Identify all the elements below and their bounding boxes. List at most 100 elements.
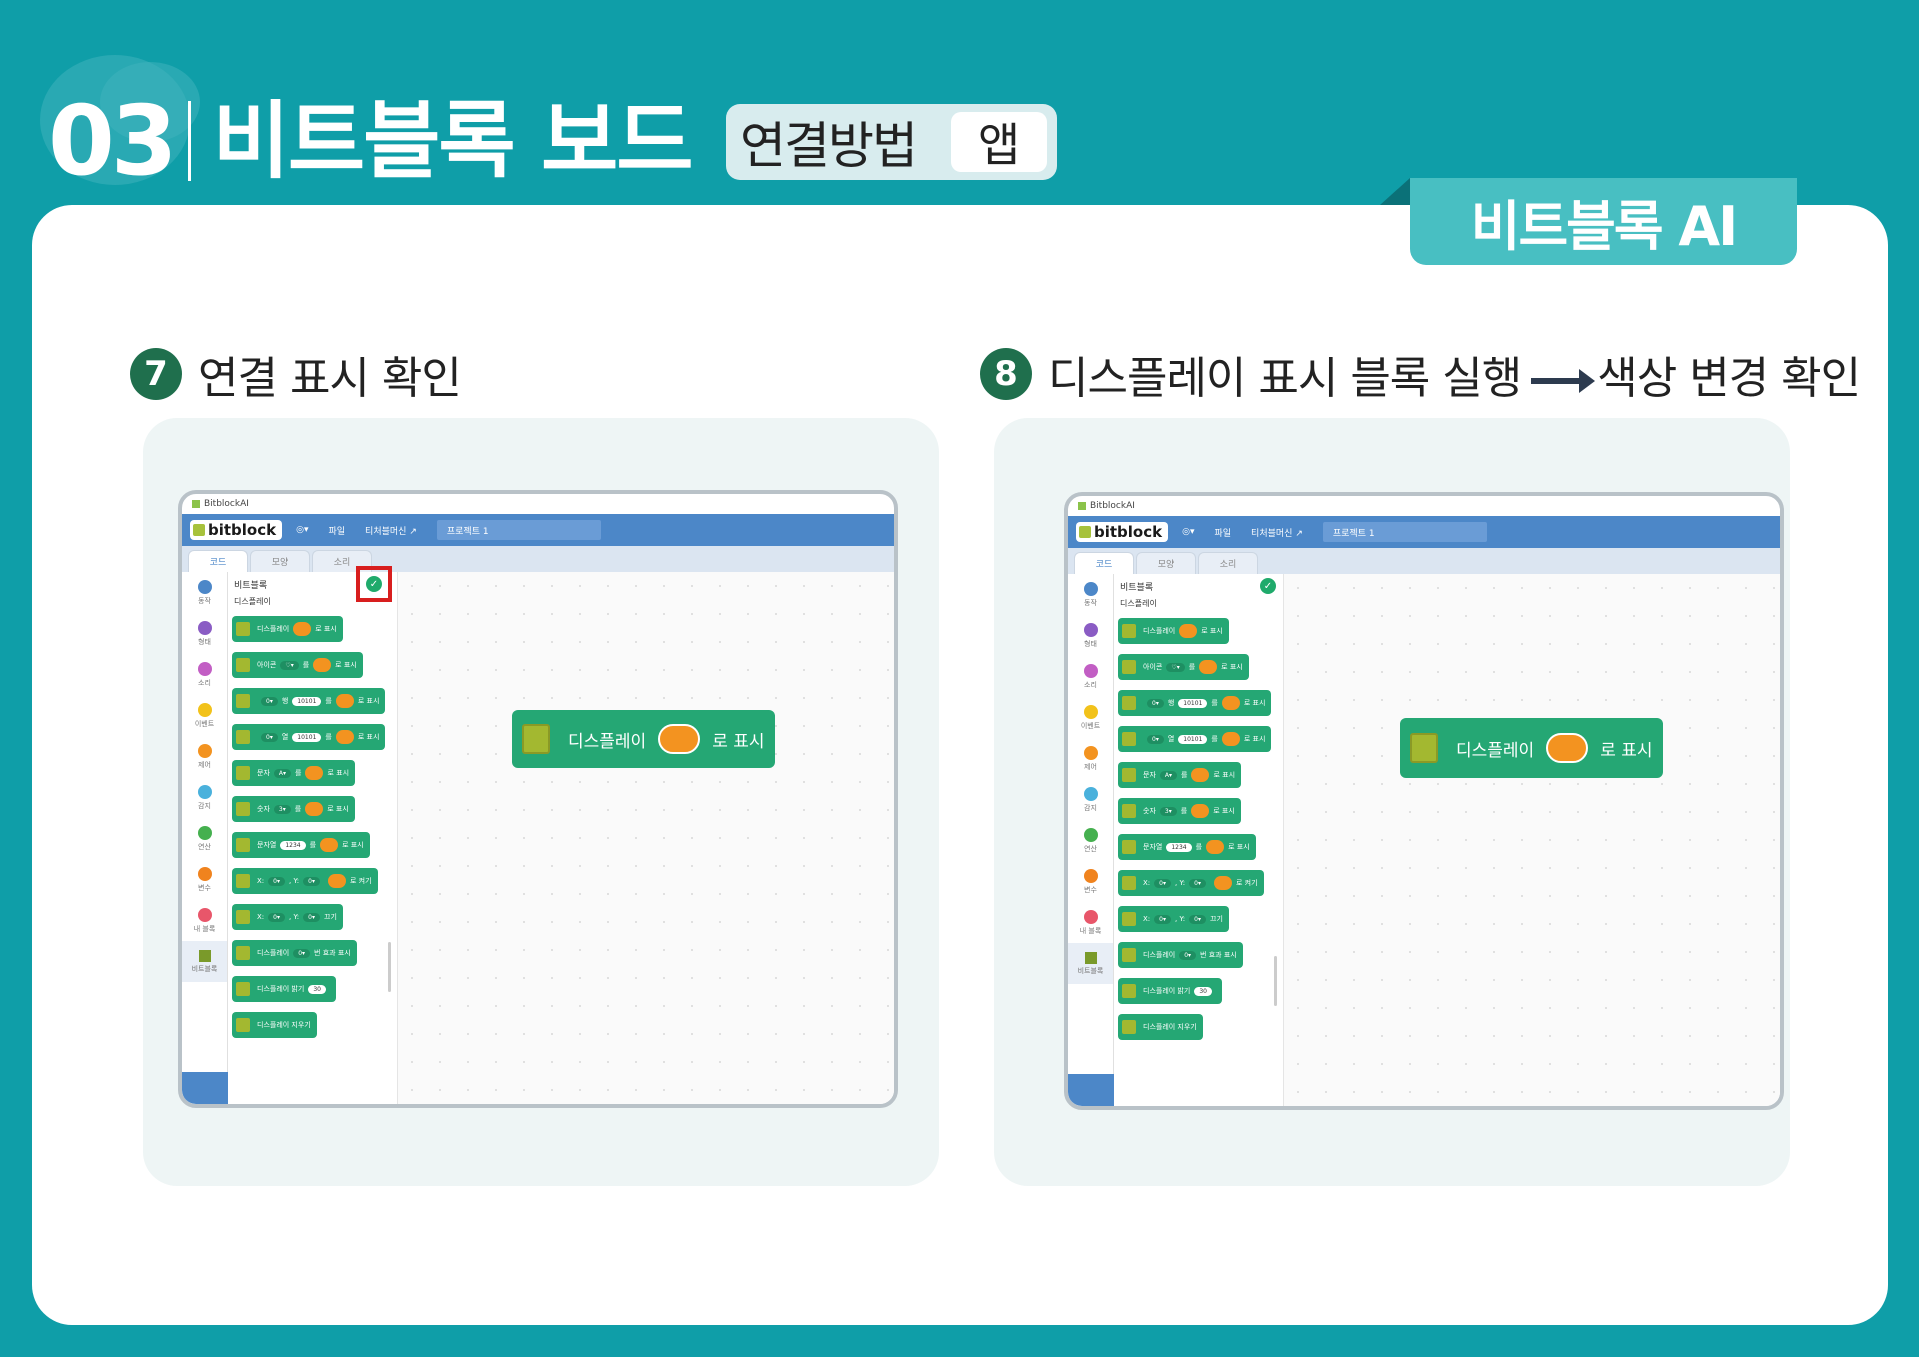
category-operators[interactable]: 연산 (1068, 820, 1113, 861)
category-motion[interactable]: 동작 (182, 572, 227, 613)
globe-icon[interactable]: ◎▾ (1182, 527, 1194, 537)
app-screenshot-left: BitblockAI bitblock ◎▾ 파일 티처블머신 ↗ 프로젝트 1… (178, 490, 898, 1108)
block-display-string[interactable]: 문자열 1234 를 로 표시 (1118, 834, 1256, 860)
step-7-heading: 7 연결 표시 확인 (130, 342, 462, 406)
block-palette: 비트블록 ✓ 디스플레이 디스플레이 로 표시 아이콘 ♡▾ 를 로 표시 0▾ 행 101… (1114, 574, 1284, 1106)
project-name-input[interactable]: 프로젝트 1 (436, 520, 601, 540)
block-display-column[interactable]: 0▾ 열 10101 를 로 표시 (1118, 726, 1272, 752)
category-bitblock[interactable]: 비트블록 (1068, 943, 1113, 984)
category-events[interactable]: 이벤트 (182, 695, 227, 736)
block-display-icon[interactable]: 아이콘 ♡▾ 를 로 표시 (232, 652, 363, 678)
app-icon (192, 500, 200, 508)
palette-scrollbar[interactable] (388, 942, 391, 992)
block-display-row[interactable]: 0▾ 행 10101 를 로 표시 (232, 688, 386, 714)
bitblock-cube-icon (522, 724, 550, 754)
block-display-color[interactable]: 디스플레이 로 표시 (1118, 618, 1229, 644)
menu-teachable-label: 티처블머신 (1251, 528, 1293, 539)
block-display-icon[interactable]: 아이콘 ♡▾ 를 로 표시 (1118, 654, 1249, 680)
canvas-display-block[interactable]: 디스플레이 로 표시 (1400, 718, 1663, 778)
step-text-after: 색상 변경 확인 (1597, 353, 1861, 404)
category-bitblock[interactable]: 비트블록 (182, 941, 227, 982)
color-picker[interactable] (1546, 733, 1589, 763)
extension-button[interactable] (182, 1072, 228, 1104)
category-operators[interactable]: 연산 (182, 818, 227, 859)
block-display-char[interactable]: 문자 A▾ 를 로 표시 (1118, 762, 1242, 788)
block-led-off[interactable]: X: 0▾, Y: 0▾ 끄기 (232, 904, 343, 930)
block-display-effect[interactable]: 디스플레이 0▾ 번 효과 표시 (232, 940, 357, 966)
category-variables[interactable]: 변수 (182, 859, 227, 900)
highlight-box (356, 566, 392, 602)
block-led-on[interactable]: X: 0▾, Y: 0▾ 로 켜기 (1118, 870, 1264, 896)
block-display-clear[interactable]: 디스플레이 지우기 (232, 1012, 317, 1038)
code-canvas[interactable]: 디스플레이 로 표시 (398, 572, 894, 1104)
block-display-char[interactable]: 문자 A▾ 를 로 표시 (232, 760, 356, 786)
category-my-blocks[interactable]: 내 블록 (1068, 902, 1113, 943)
block-display-row[interactable]: 0▾ 행 10101 를 로 표시 (1118, 690, 1272, 716)
block-display-brightness[interactable]: 디스플레이 밝기 30 (232, 976, 336, 1002)
step-number-badge: 8 (980, 348, 1032, 400)
menu-file[interactable]: 파일 (328, 524, 345, 537)
category-list: 동작 형태 소리 이벤트 제어 감지 연산 변수 내 블록 비트블록 (1068, 574, 1114, 1106)
block-display-number[interactable]: 숫자 3▾ 를 로 표시 (232, 796, 355, 822)
menu-teachable-machine[interactable]: 티처블머신 ↗ (1251, 526, 1303, 539)
category-looks[interactable]: 형태 (1068, 615, 1113, 656)
category-motion[interactable]: 동작 (1068, 574, 1113, 615)
section-number: 03 (48, 85, 178, 197)
category-events[interactable]: 이벤트 (1068, 697, 1113, 738)
block-display-column[interactable]: 0▾ 열 10101 를 로 표시 (232, 724, 386, 750)
category-control[interactable]: 제어 (1068, 738, 1113, 779)
category-sensing[interactable]: 감지 (1068, 779, 1113, 820)
block-display-brightness[interactable]: 디스플레이 밝기 30 (1118, 978, 1222, 1004)
step-8-heading: 8 디스플레이 표시 블록 실행 색상 변경 확인 (980, 342, 1861, 406)
app-icon (1078, 502, 1086, 510)
palette-subtitle: 디스플레이 (1120, 599, 1157, 608)
app-screenshot-right: BitblockAI bitblock ◎▾ 파일 티처블머신 ↗ 프로젝트 1… (1064, 492, 1784, 1110)
step-number-badge: 7 (130, 348, 182, 400)
menu-file[interactable]: 파일 (1214, 526, 1231, 539)
subtitle-box: 연결방법 앱 (726, 104, 1057, 180)
category-sound[interactable]: 소리 (1068, 656, 1113, 697)
subtitle-tag: 앱 (951, 112, 1047, 172)
window-titlebar: BitblockAI (182, 494, 894, 514)
menu-teachable-label: 티처블머신 (365, 526, 407, 537)
tab-sound[interactable]: 소리 (1198, 552, 1258, 574)
tab-code[interactable]: 코드 (188, 550, 248, 572)
menubar: bitblock ◎▾ 파일 티처블머신 ↗ 프로젝트 1 (182, 514, 894, 546)
block-led-on[interactable]: X: 0▾, Y: 0▾ 로 켜기 (232, 868, 378, 894)
step-text: 연결 표시 확인 (198, 353, 462, 404)
category-list: 동작 형태 소리 이벤트 제어 감지 연산 변수 내 블록 비트블록 (182, 572, 228, 1104)
block-display-string[interactable]: 문자열 1234 를 로 표시 (232, 832, 370, 858)
block-display-number[interactable]: 숫자 3▾ 를 로 표시 (1118, 798, 1241, 824)
color-picker[interactable] (658, 724, 701, 754)
extension-button[interactable] (1068, 1074, 1114, 1106)
tab-costume[interactable]: 모양 (250, 550, 310, 572)
block-display-effect[interactable]: 디스플레이 0▾ 번 효과 표시 (1118, 942, 1243, 968)
category-sound[interactable]: 소리 (182, 654, 227, 695)
code-canvas[interactable]: 디스플레이 로 표시 (1284, 574, 1780, 1106)
tab-code[interactable]: 코드 (1074, 552, 1134, 574)
project-name-input[interactable]: 프로젝트 1 (1322, 522, 1487, 542)
menu-teachable-machine[interactable]: 티처블머신 ↗ (365, 524, 417, 537)
block-display-clear[interactable]: 디스플레이 지우기 (1118, 1014, 1203, 1040)
block-display-color[interactable]: 디스플레이 로 표시 (232, 616, 343, 642)
bitblock-logo[interactable]: bitblock (190, 520, 283, 540)
right-arrow-icon (1531, 369, 1596, 393)
globe-icon[interactable]: ◎▾ (296, 525, 308, 535)
block-palette: 비트블록 ✓ 디스플레이 디스플레이 로 표시 아이콘 ♡▾ 를 로 표시 0▾ 행 101… (228, 566, 398, 1104)
block-led-off[interactable]: X: 0▾, Y: 0▾ 끄기 (1118, 906, 1229, 932)
palette-title: 비트블록 (1120, 583, 1154, 593)
category-sensing[interactable]: 감지 (182, 777, 227, 818)
external-link-icon: ↗ (1295, 528, 1303, 539)
step-text-before: 디스플레이 표시 블록 실행 (1048, 353, 1522, 404)
canvas-display-block[interactable]: 디스플레이 로 표시 (512, 710, 775, 768)
page-header: 03 비트블록 보드 (48, 85, 694, 197)
category-looks[interactable]: 형태 (182, 613, 227, 654)
category-variables[interactable]: 변수 (1068, 861, 1113, 902)
window-titlebar: BitblockAI (1068, 496, 1780, 516)
bitblock-logo[interactable]: bitblock (1076, 522, 1169, 542)
tab-costume[interactable]: 모양 (1136, 552, 1196, 574)
category-my-blocks[interactable]: 내 블록 (182, 900, 227, 941)
palette-scrollbar[interactable] (1274, 956, 1277, 1006)
subtitle-label: 연결방법 (740, 117, 918, 175)
category-control[interactable]: 제어 (182, 736, 227, 777)
